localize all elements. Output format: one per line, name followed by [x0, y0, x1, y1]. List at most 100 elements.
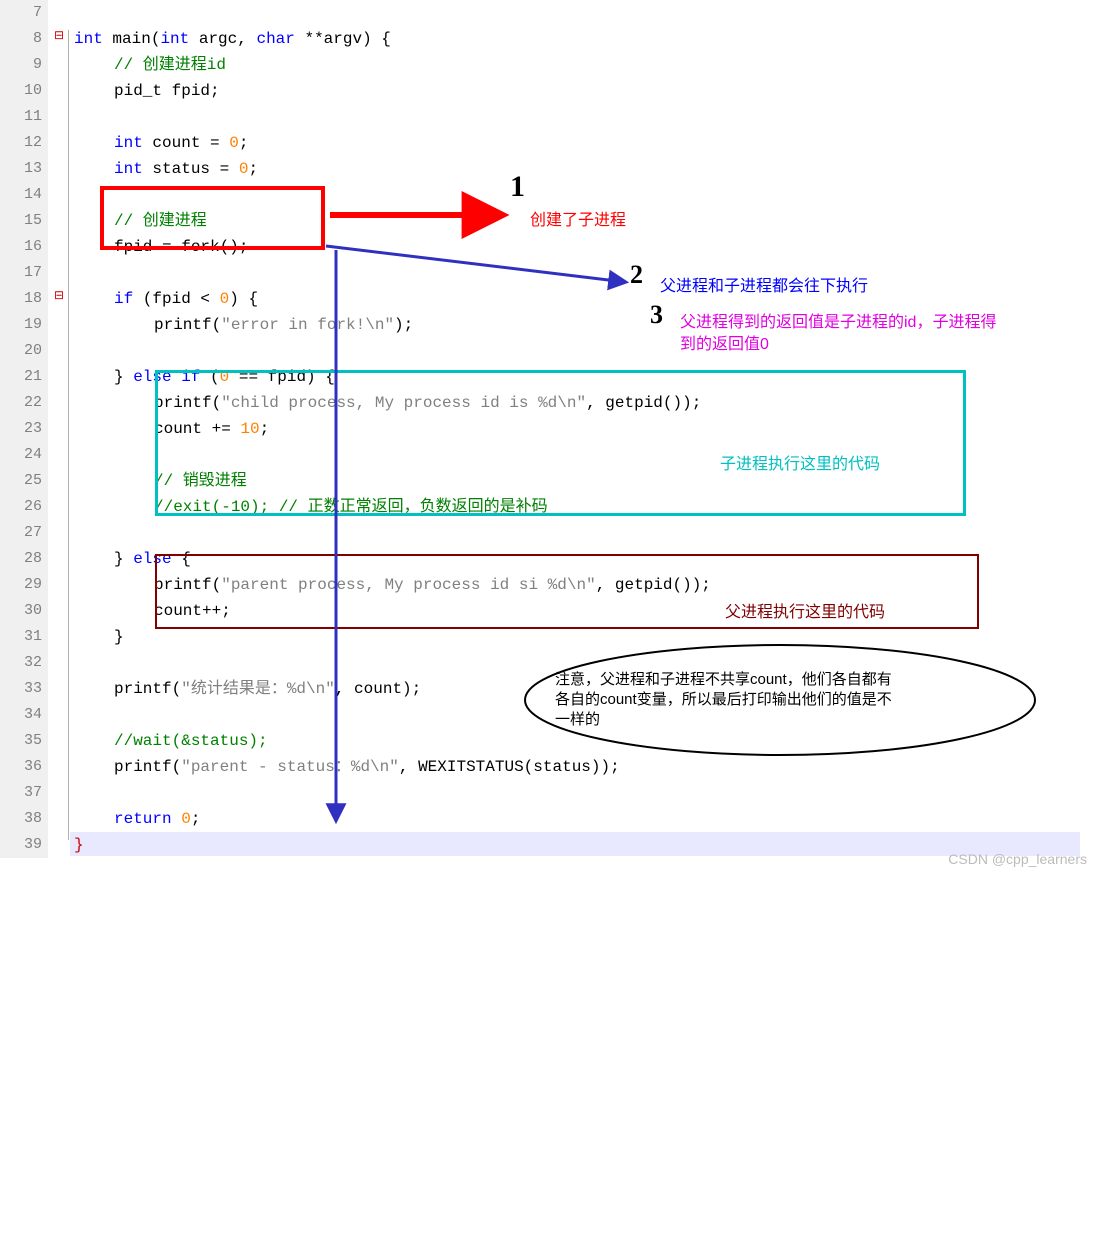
token: printf: [154, 316, 212, 334]
watermark: CSDN @cpp_learners: [948, 851, 1087, 867]
lineno: 12: [0, 130, 42, 156]
token-keyword: int: [114, 134, 143, 152]
token-keyword: int: [114, 160, 143, 178]
token: (: [172, 758, 182, 776]
token-keyword: return: [114, 810, 172, 828]
annotation-parent-code: 父进程执行这里的代码: [725, 598, 885, 622]
lineno: 9: [0, 52, 42, 78]
highlight-box-red: [100, 186, 325, 250]
lineno: 22: [0, 390, 42, 416]
token-string: "error in fork!\n": [221, 316, 394, 334]
token: status =: [143, 160, 239, 178]
annotation-return-value-2: 到的返回值0: [680, 330, 769, 354]
annotation-child-code: 子进程执行这里的代码: [720, 450, 880, 474]
lineno: 15: [0, 208, 42, 234]
token: (fpid <: [133, 290, 219, 308]
hand-mark-3: 3: [650, 300, 663, 330]
lineno: 21: [0, 364, 42, 390]
token: ;: [191, 810, 201, 828]
token-number: 0: [220, 290, 230, 308]
hand-mark-1: 1: [510, 170, 525, 204]
token-number: 0: [239, 160, 249, 178]
lineno: 28: [0, 546, 42, 572]
code-line-36: printf("parent - status：%d\n", WEXITSTAT…: [114, 754, 620, 780]
token: }: [114, 368, 133, 386]
lineno: 35: [0, 728, 42, 754]
token: argc,: [189, 30, 256, 48]
lineno: 32: [0, 650, 42, 676]
token-keyword: int: [74, 30, 103, 48]
token: }: [114, 550, 133, 568]
token-keyword: int: [160, 30, 189, 48]
lineno: 11: [0, 104, 42, 130]
lineno: 18: [0, 286, 42, 312]
lineno: 13: [0, 156, 42, 182]
code-line-39: }: [74, 832, 84, 858]
token-func: main: [112, 30, 150, 48]
token-comment: //wait(&status);: [114, 732, 268, 750]
code-line-38: return 0;: [114, 806, 200, 832]
code-line-18: if (fpid < 0) {: [114, 286, 258, 312]
line-number-gutter: 7 8 9 10 11 12 13 14 15 16 17 18 19 20 2…: [0, 0, 48, 858]
code-line-13: int status = 0;: [114, 156, 258, 182]
lineno: 30: [0, 598, 42, 624]
annotation-created-child: 创建了子进程: [530, 206, 626, 230]
code-line-8: int main(int argc, char **argv) {: [74, 26, 391, 52]
lineno: 26: [0, 494, 42, 520]
lineno: 16: [0, 234, 42, 260]
token-string: "统计结果是：%d\n": [181, 680, 335, 698]
lineno: 20: [0, 338, 42, 364]
lineno: 7: [0, 0, 42, 26]
token: }: [74, 836, 84, 854]
token: ;: [239, 134, 249, 152]
token: }: [114, 628, 124, 646]
highlight-box-cyan: [155, 370, 966, 516]
lineno: 38: [0, 806, 42, 832]
token: (: [151, 30, 161, 48]
lineno: 8: [0, 26, 42, 52]
token: (: [212, 316, 222, 334]
lineno: 24: [0, 442, 42, 468]
lineno: 34: [0, 702, 42, 728]
lineno: 29: [0, 572, 42, 598]
token-comment: // 创建进程id: [114, 56, 226, 74]
token: );: [394, 316, 413, 334]
annotation-both-continue: 父进程和子进程都会往下执行: [660, 272, 868, 296]
lineno: 17: [0, 260, 42, 286]
lineno: 14: [0, 182, 42, 208]
token-number: 0: [229, 134, 239, 152]
ellipse-line1: 注意，父进程和子进程不共享count，他们各自都有: [555, 670, 995, 690]
lineno: 37: [0, 780, 42, 806]
hand-mark-2: 2: [630, 260, 643, 290]
token: [172, 810, 182, 828]
token: printf: [114, 680, 172, 698]
token-keyword: if: [114, 290, 133, 308]
code-line-9: // 创建进程id: [114, 52, 226, 78]
lineno: 31: [0, 624, 42, 650]
lineno: 39: [0, 832, 42, 858]
lineno: 27: [0, 520, 42, 546]
token: (: [172, 680, 182, 698]
lineno: 36: [0, 754, 42, 780]
code-line-12: int count = 0;: [114, 130, 248, 156]
lineno: 19: [0, 312, 42, 338]
ellipse-line2: 各自的count变量，所以最后打印输出他们的值是不: [555, 690, 995, 710]
token: ) {: [229, 290, 258, 308]
token: count =: [143, 134, 229, 152]
token-number: 0: [181, 810, 191, 828]
token-string: "parent - status：%d\n": [181, 758, 399, 776]
token: ;: [248, 160, 258, 178]
lineno: 33: [0, 676, 42, 702]
ellipse-line3: 一样的: [555, 710, 995, 730]
token-keyword: char: [256, 30, 294, 48]
annotation-return-value-1: 父进程得到的返回值是子进程的id，子进程得: [680, 308, 996, 332]
token: **argv) {: [295, 30, 391, 48]
code-line-31: }: [114, 624, 124, 650]
code-line-10: pid_t fpid;: [114, 78, 220, 104]
code-line-19: printf("error in fork!\n");: [154, 312, 413, 338]
token: printf: [114, 758, 172, 776]
lineno: 23: [0, 416, 42, 442]
lineno: 10: [0, 78, 42, 104]
lineno: 25: [0, 468, 42, 494]
annotation-ellipse-note: 注意，父进程和子进程不共享count，他们各自都有 各自的count变量，所以最…: [555, 670, 995, 730]
